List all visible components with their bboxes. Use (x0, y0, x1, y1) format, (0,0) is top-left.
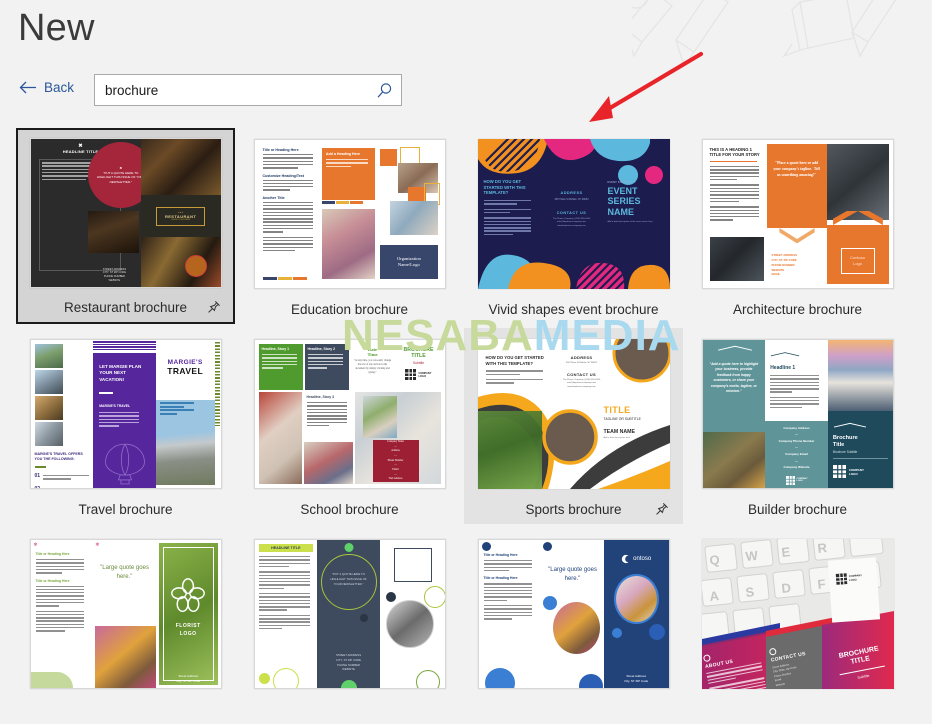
template-caption: Restaurant brochure (22, 292, 229, 322)
template-caption: Circles brochure (246, 694, 453, 724)
template-caption: Education brochure (246, 294, 453, 324)
template-tile-keyboard-brochure[interactable]: Q W E R A S D F ABOUT US CONTACT US Stre… (688, 528, 907, 724)
svg-text:D: D (780, 580, 791, 596)
search-bar-row: Back (0, 74, 932, 108)
template-tile-florist-brochure[interactable]: ❄ Title or Heading Here Title or Heading… (16, 528, 235, 724)
search-input[interactable] (95, 82, 367, 98)
template-tile-contoso-blue-brochure[interactable]: Title or Heading Here Title or Heading H… (464, 528, 683, 724)
svg-text:Q: Q (708, 552, 720, 568)
template-name: Architecture brochure (732, 301, 863, 317)
template-caption: Contoso blue brochure (470, 694, 677, 724)
template-thumbnail: HOW DO YOU GET STARTED WITH THIS TEMPLAT… (477, 339, 670, 489)
template-name: Travel brochure (78, 501, 173, 517)
thumbnail-wrap: Title or Heading Here Title or Heading H… (470, 534, 677, 694)
thumbnail-wrap: HEADLINE TITLE "PUT A QUOTE HERE TO HIGH… (246, 534, 453, 694)
template-caption: School brochure (246, 494, 453, 524)
thumbnail-wrap: ❄ Title or Heading Here Title or Heading… (22, 534, 229, 694)
template-caption: Vivid shapes event brochure (470, 294, 677, 324)
search-button[interactable] (367, 75, 401, 105)
thumbnail-wrap: Headline, Story 1 Headline, Story 2 Date… (246, 334, 453, 494)
thumbnail-wrap: HOW DO YOU GET STARTED WITH THIS TEMPLATE?… (470, 134, 677, 294)
template-tile-builder-brochure[interactable]: "Add a quote here to highlight your busi… (688, 328, 907, 524)
thumbnail-wrap: "Add a quote here to highlight your busi… (694, 334, 901, 494)
back-button[interactable]: Back (16, 78, 77, 97)
thumbnail-wrap: Q W E R A S D F ABOUT US CONTACT US Stre… (694, 534, 901, 694)
template-name: Restaurant brochure (63, 299, 188, 315)
search-icon (377, 82, 391, 98)
template-name: Education brochure (290, 301, 409, 317)
template-thumbnail: HEADLINE TITLE "PUT A QUOTE HERE TO HIGH… (253, 539, 446, 689)
template-caption: Architecture brochure (694, 294, 901, 324)
template-thumbnail: Title or Heading Here Customize Heading/… (253, 139, 446, 289)
svg-text:W: W (744, 548, 758, 564)
template-name: Builder brochure (747, 501, 848, 517)
template-caption: Keyboard brochure (694, 694, 901, 724)
pin-icon[interactable] (207, 300, 221, 314)
template-thumbnail: Headline, Story 1 Headline, Story 2 Date… (253, 339, 446, 489)
template-tile-education-brochure[interactable]: Title or Heading Here Customize Heading/… (240, 128, 459, 324)
template-caption: Builder brochure (694, 494, 901, 524)
svg-text:F: F (816, 576, 826, 592)
template-thumbnail: Q W E R A S D F ABOUT US CONTACT US Stre… (701, 539, 894, 689)
template-thumbnail: ✖ HEADLINE TITLE ✖ "PUT A QUOTE HERE TO H… (29, 138, 222, 289)
template-thumbnail: MARGIE'S TRAVEL OFFERS YOU THE FOLLOWING… (29, 339, 222, 489)
thumbnail-wrap: THIS IS A HEADING 1 TITLE FOR YOUR STORY (694, 134, 901, 294)
thumbnail-wrap: Title or Heading Here Customize Heading/… (246, 134, 453, 294)
template-tile-vivid-shapes-event-brochure[interactable]: HOW DO YOU GET STARTED WITH THIS TEMPLATE?… (464, 128, 683, 324)
pin-icon[interactable] (655, 502, 669, 516)
thumbnail-wrap: HOW DO YOU GET STARTED WITH THIS TEMPLAT… (470, 334, 677, 494)
template-gallery: ✖ HEADLINE TITLE ✖ "PUT A QUOTE HERE TO H… (16, 128, 916, 724)
template-tile-travel-brochure[interactable]: MARGIE'S TRAVEL OFFERS YOU THE FOLLOWING… (16, 328, 235, 524)
thumbnail-wrap: MARGIE'S TRAVEL OFFERS YOU THE FOLLOWING… (22, 334, 229, 494)
template-tile-sports-brochure[interactable]: HOW DO YOU GET STARTED WITH THIS TEMPLAT… (464, 328, 683, 524)
template-thumbnail: Title or Heading Here Title or Heading H… (477, 539, 670, 689)
template-name: Vivid shapes event brochure (488, 301, 659, 317)
template-name: Sports brochure (525, 501, 622, 517)
arrow-left-icon (19, 81, 36, 94)
template-thumbnail: THIS IS A HEADING 1 TITLE FOR YOUR STORY (701, 139, 894, 289)
decorative-stationery-art (632, 0, 897, 68)
back-button-label: Back (44, 80, 75, 95)
template-tile-school-brochure[interactable]: Headline, Story 1 Headline, Story 2 Date… (240, 328, 459, 524)
template-tile-restaurant-brochure[interactable]: ✖ HEADLINE TITLE ✖ "PUT A QUOTE HERE TO H… (16, 128, 235, 324)
template-caption: Florist brochure (22, 694, 229, 724)
template-caption: Travel brochure (22, 494, 229, 524)
template-tile-circles-brochure[interactable]: HEADLINE TITLE "PUT A QUOTE HERE TO HIGH… (240, 528, 459, 724)
template-thumbnail: HOW DO YOU GET STARTED WITH THIS TEMPLATE?… (477, 139, 670, 289)
template-name: School brochure (300, 501, 399, 517)
page-title: New (18, 7, 95, 49)
template-tile-architecture-brochure[interactable]: THIS IS A HEADING 1 TITLE FOR YOUR STORY (688, 128, 907, 324)
template-thumbnail: "Add a quote here to highlight your busi… (701, 339, 894, 489)
template-thumbnail: ❄ Title or Heading Here Title or Heading… (29, 539, 222, 689)
template-caption: Sports brochure (470, 494, 677, 524)
thumbnail-wrap: ✖ HEADLINE TITLE ✖ "PUT A QUOTE HERE TO H… (22, 134, 229, 292)
search-box[interactable] (94, 74, 402, 106)
